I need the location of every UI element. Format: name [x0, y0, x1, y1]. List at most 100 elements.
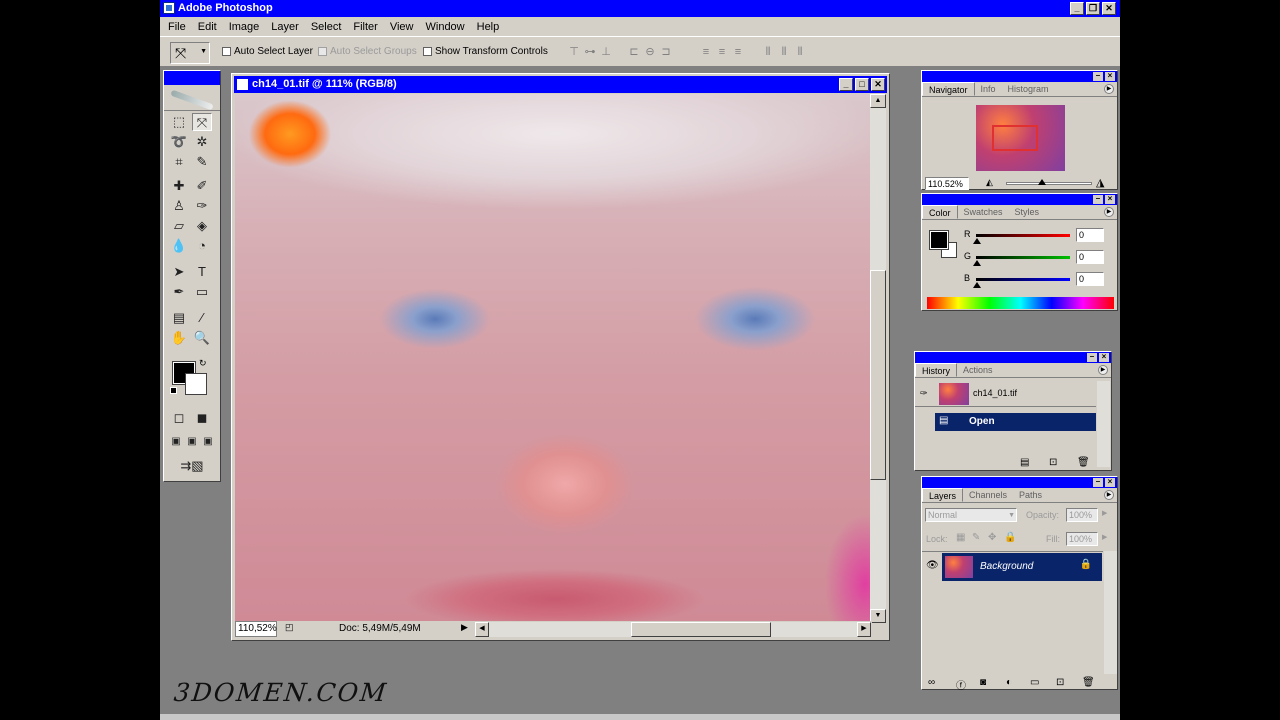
zoom-in-icon[interactable]: ◮: [1096, 176, 1104, 189]
distribute-bottom-icon[interactable]: ≡: [731, 45, 745, 59]
color-r-field[interactable]: 0: [1076, 228, 1104, 242]
restore-button[interactable]: ❐: [1086, 2, 1100, 15]
tab-actions[interactable]: Actions: [957, 363, 999, 377]
document-vertical-scrollbar[interactable]: ▲ ▼: [870, 94, 886, 623]
jump-to-imageready-icon[interactable]: ⇉▧: [172, 457, 212, 475]
blend-mode-select[interactable]: Normal ▼: [925, 508, 1017, 522]
align-bottom-icon[interactable]: ⊥: [599, 45, 613, 59]
layers-palette-titlebar[interactable]: – ×: [922, 477, 1117, 488]
slice-tool-icon[interactable]: ✎: [192, 153, 212, 171]
tab-navigator[interactable]: Navigator: [922, 82, 975, 96]
scroll-up-arrow-icon[interactable]: ▲: [870, 94, 886, 108]
color-foreground-swatch[interactable]: [929, 230, 949, 250]
palette-menu-icon[interactable]: ▶: [1104, 84, 1114, 94]
palette-close-button[interactable]: ×: [1105, 195, 1115, 204]
palette-close-button[interactable]: ×: [1105, 72, 1115, 81]
document-titlebar[interactable]: ch14_01.tif @ 111% (RGB/8) _ □ ✕: [234, 76, 887, 93]
document-maximize-button[interactable]: □: [855, 78, 869, 91]
palette-menu-icon[interactable]: ▶: [1104, 490, 1114, 500]
link-layers-icon[interactable]: ∞: [928, 677, 935, 688]
opacity-arrow-icon[interactable]: ▶: [1102, 509, 1107, 517]
crop-tool-icon[interactable]: ⌗: [169, 153, 189, 171]
navigator-zoom-slider-handle[interactable]: [1038, 179, 1046, 185]
distribute-top-icon[interactable]: ≡: [699, 45, 713, 59]
brush-tool-icon[interactable]: ✐: [192, 177, 212, 195]
palette-menu-icon[interactable]: ▶: [1104, 207, 1114, 217]
swap-colors-icon[interactable]: ↻: [199, 358, 207, 369]
color-spectrum-ramp[interactable]: [927, 297, 1114, 309]
color-g-slider-handle[interactable]: [973, 260, 981, 266]
close-button[interactable]: ✕: [1102, 2, 1116, 15]
scroll-down-arrow-icon[interactable]: ▼: [870, 609, 886, 623]
new-snapshot-icon[interactable]: ⊡: [1049, 457, 1057, 468]
navigator-palette-titlebar[interactable]: – ×: [922, 71, 1117, 82]
dodge-tool-icon[interactable]: ◔: [192, 237, 212, 255]
clone-stamp-tool-icon[interactable]: ♙: [169, 197, 189, 215]
navigator-zoom-field[interactable]: 110.52%: [925, 177, 969, 190]
history-state-open[interactable]: ▤ Open: [935, 413, 1096, 431]
new-layer-icon[interactable]: ⊡: [1056, 677, 1064, 688]
tab-info[interactable]: Info: [975, 82, 1002, 96]
menu-image[interactable]: Image: [223, 21, 266, 33]
menu-view[interactable]: View: [384, 21, 420, 33]
scroll-right-arrow-icon[interactable]: ▶: [857, 622, 871, 637]
show-transform-controls-option[interactable]: Show Transform Controls: [423, 46, 548, 57]
toolbox-titlebar[interactable]: [164, 71, 220, 85]
tab-layers[interactable]: Layers: [922, 488, 964, 502]
navigator-zoom-slider[interactable]: [1006, 182, 1092, 185]
palette-minimize-button[interactable]: –: [1093, 72, 1103, 81]
standard-mode-icon[interactable]: ◻: [169, 409, 189, 427]
history-brush-source-icon[interactable]: ✑: [920, 388, 928, 399]
horizontal-scroll-thumb[interactable]: [631, 622, 771, 637]
lock-position-icon[interactable]: ✥: [988, 532, 996, 543]
scroll-left-arrow-icon[interactable]: ◀: [475, 622, 489, 637]
lock-transparency-icon[interactable]: ▦: [956, 532, 965, 543]
distribute-vcenter-icon[interactable]: ≡: [715, 45, 729, 59]
eyedropper-tool-icon[interactable]: ⁄: [192, 309, 212, 327]
document-horizontal-scrollbar[interactable]: ◀ ▶: [475, 622, 871, 637]
adjustment-layer-icon[interactable]: ◐: [1006, 677, 1012, 688]
palette-menu-icon[interactable]: ▶: [1098, 365, 1108, 375]
layer-visibility-eye-icon[interactable]: 👁: [926, 560, 939, 571]
color-r-slider-handle[interactable]: [973, 238, 981, 244]
palette-minimize-button[interactable]: –: [1093, 195, 1103, 204]
new-group-icon[interactable]: ▭: [1030, 677, 1039, 688]
pen-tool-icon[interactable]: ✒: [169, 283, 189, 301]
lock-image-icon[interactable]: ✎: [972, 532, 980, 543]
lock-all-icon[interactable]: 🔒: [1004, 532, 1016, 543]
menu-help[interactable]: Help: [471, 21, 506, 33]
align-top-icon[interactable]: ⊤: [567, 45, 581, 59]
history-brush-tool-icon[interactable]: ✑: [192, 197, 212, 215]
align-hcenter-icon[interactable]: ⊖: [643, 45, 657, 59]
distribute-right-icon[interactable]: ⦀: [793, 45, 807, 59]
align-vcenter-icon[interactable]: ⊶: [583, 45, 597, 59]
layer-mask-icon[interactable]: ◙: [980, 677, 986, 688]
menu-filter[interactable]: Filter: [347, 21, 383, 33]
paint-bucket-tool-icon[interactable]: ◈: [192, 217, 212, 235]
tab-channels[interactable]: Channels: [963, 488, 1013, 502]
show-transform-controls-checkbox[interactable]: [423, 47, 432, 56]
color-palette-titlebar[interactable]: – ×: [922, 194, 1117, 205]
image-canvas[interactable]: [235, 94, 872, 623]
healing-brush-tool-icon[interactable]: ✚: [169, 177, 189, 195]
tool-preset-picker[interactable]: ⤧ ▼: [170, 42, 210, 64]
distribute-left-icon[interactable]: ⦀: [761, 45, 775, 59]
layer-style-icon[interactable]: ⓕ: [956, 677, 966, 692]
layers-scrollbar[interactable]: [1104, 551, 1117, 674]
status-menu-arrow-icon[interactable]: ▶: [461, 622, 468, 633]
tab-paths[interactable]: Paths: [1013, 488, 1048, 502]
rectangle-tool-icon[interactable]: ▭: [192, 283, 212, 301]
document-zoom-field[interactable]: 110,52%: [235, 621, 277, 637]
hand-tool-icon[interactable]: ✋: [169, 329, 189, 347]
delete-state-icon[interactable]: 🗑: [1077, 457, 1090, 468]
path-selection-tool-icon[interactable]: ➤: [169, 263, 189, 281]
vertical-scroll-thumb[interactable]: [870, 270, 886, 480]
tab-histogram[interactable]: Histogram: [1002, 82, 1055, 96]
distribute-hcenter-icon[interactable]: ⦀: [777, 45, 791, 59]
layer-row-selected[interactable]: Background 🔒: [942, 553, 1102, 581]
background-color-swatch[interactable]: [185, 373, 207, 395]
auto-select-layer-checkbox[interactable]: [222, 47, 231, 56]
align-right-icon[interactable]: ⊐: [659, 45, 673, 59]
fill-arrow-icon[interactable]: ▶: [1102, 533, 1107, 541]
minimize-button[interactable]: _: [1070, 2, 1084, 15]
